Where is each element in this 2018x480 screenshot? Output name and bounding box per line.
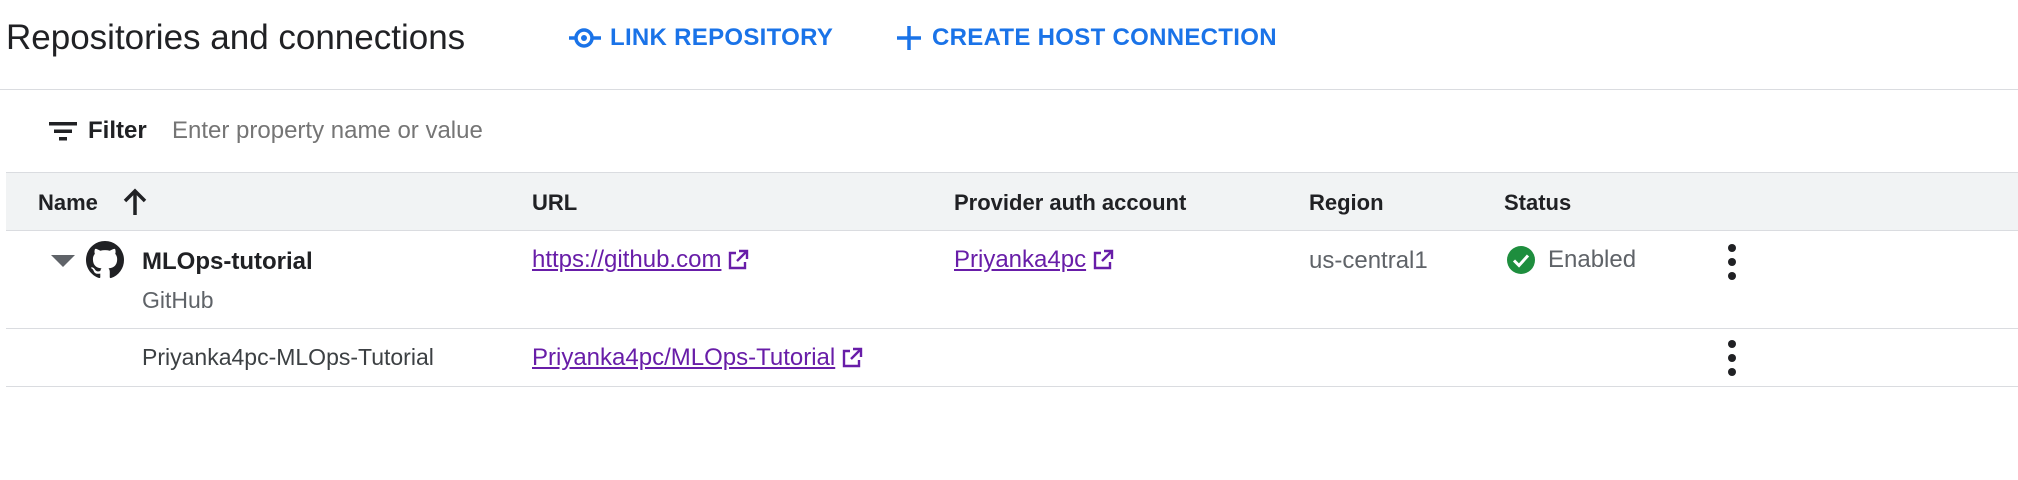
table-row-repository[interactable]: Priyanka4pc-MLOps-Tutorial Priyanka4pc/M… — [6, 329, 2018, 387]
column-header-status: Status — [1504, 190, 1572, 215]
connection-url-text: https://github.com — [532, 246, 722, 273]
link-repo-icon — [569, 28, 601, 48]
status-badge: Enabled — [1506, 245, 1636, 275]
more-vert-icon[interactable] — [1724, 339, 1740, 377]
filter-bar: Filter — [6, 91, 2018, 173]
arrow-up-icon[interactable] — [120, 187, 150, 217]
link-repository-label: LINK REPOSITORY — [610, 24, 834, 51]
filter-label: Filter — [88, 117, 147, 144]
open-in-new-icon — [729, 249, 749, 270]
create-host-connection-button[interactable]: CREATE HOST CONNECTION — [894, 24, 1277, 52]
check-circle-icon — [1507, 246, 1535, 274]
open-in-new-icon — [843, 347, 863, 368]
column-header-provider-auth-account: Provider auth account — [954, 190, 1187, 215]
page-title: Repositories and connections — [6, 18, 466, 57]
table-header: Name URL Provider auth account Region St… — [6, 173, 2018, 231]
page-header: Repositories and connections LINK REPOSI… — [0, 0, 2018, 90]
more-vert-icon[interactable] — [1724, 243, 1740, 281]
column-header-name[interactable]: Name — [38, 190, 98, 216]
connection-provider: GitHub — [142, 287, 214, 313]
column-header-url: URL — [532, 190, 578, 215]
provider-auth-account-link[interactable]: Priyanka4pc — [954, 246, 1114, 274]
filter-input[interactable] — [172, 109, 872, 153]
status-text: Enabled — [1548, 246, 1637, 273]
plus-icon — [897, 26, 921, 50]
repository-url-link[interactable]: Priyanka4pc/MLOps-Tutorial — [532, 344, 863, 372]
connection-url-link[interactable]: https://github.com — [532, 246, 749, 274]
region-value: us-central1 — [1309, 247, 1428, 274]
repository-url-text: Priyanka4pc/MLOps-Tutorial — [532, 344, 836, 371]
connection-name: MLOps-tutorial — [142, 248, 313, 275]
filter-list-icon[interactable] — [48, 119, 78, 143]
create-host-connection-label: CREATE HOST CONNECTION — [932, 24, 1277, 51]
column-header-region: Region — [1309, 190, 1384, 215]
link-repository-button[interactable]: LINK REPOSITORY — [568, 24, 833, 52]
table-row-connection[interactable]: MLOps-tutorial GitHub https://github.com… — [6, 231, 2018, 329]
repository-name: Priyanka4pc-MLOps-Tutorial — [142, 344, 434, 370]
triangle-down-icon[interactable] — [50, 253, 76, 269]
open-in-new-icon — [1093, 249, 1114, 270]
provider-auth-account-text: Priyanka4pc — [954, 246, 1087, 273]
github-icon — [86, 241, 124, 279]
